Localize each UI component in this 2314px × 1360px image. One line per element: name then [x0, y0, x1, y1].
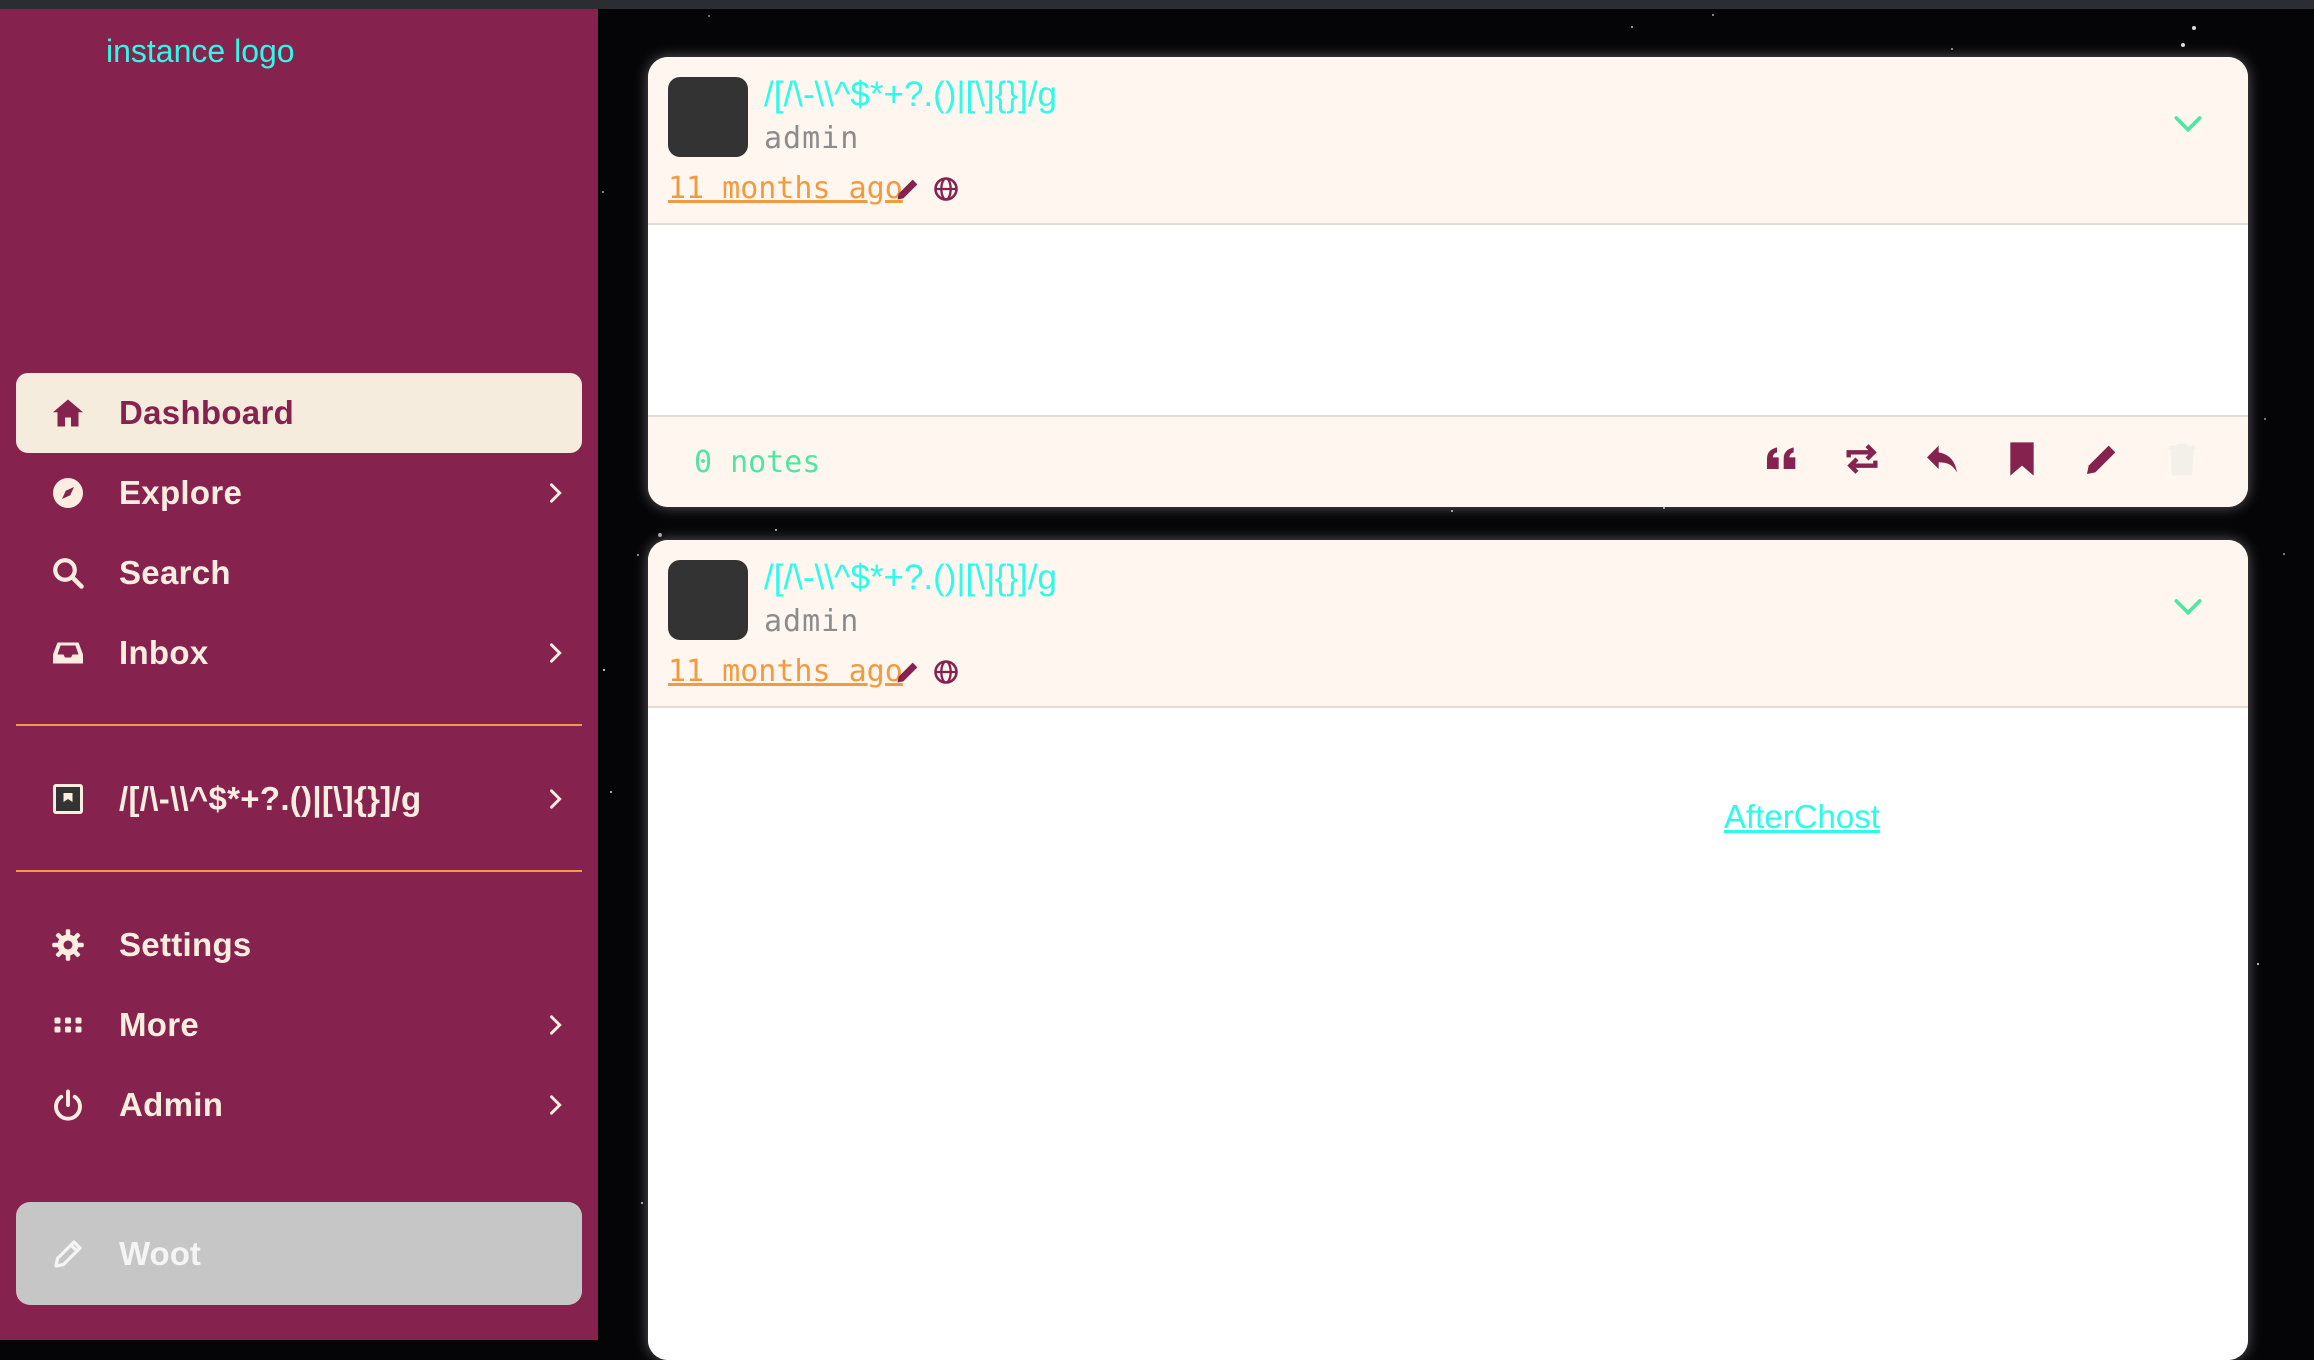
star: [2181, 43, 2185, 47]
sidebar-item-admin[interactable]: Admin: [16, 1065, 582, 1145]
avatar[interactable]: [668, 77, 748, 157]
star: [610, 791, 612, 793]
post-header: /[/\-\\^$*+?.()|[\]{}]/g admin 11 months…: [648, 57, 2248, 225]
globe-icon: [934, 660, 958, 684]
inbox-icon: [48, 633, 88, 673]
edited-pencil-icon: [897, 662, 918, 683]
reply-icon[interactable]: [1922, 439, 1962, 479]
star: [603, 669, 605, 671]
delete-icon[interactable]: [2162, 439, 2202, 479]
star: [708, 15, 710, 17]
sidebar-item-settings[interactable]: Settings: [16, 905, 582, 985]
star: [2192, 26, 2196, 30]
quote-icon[interactable]: [1762, 439, 1802, 479]
power-icon: [48, 1085, 88, 1125]
compass-icon: [48, 473, 88, 513]
sidebar-item-search[interactable]: Search: [16, 533, 582, 613]
notes-count[interactable]: 0 notes: [694, 445, 820, 480]
gear-icon: [48, 925, 88, 965]
pencil-icon: [48, 1234, 88, 1274]
star: [2283, 553, 2285, 555]
post-timestamp[interactable]: 11 months ago: [668, 654, 903, 689]
star: [1712, 14, 1714, 16]
star: [658, 533, 662, 537]
bookmark-icon[interactable]: [2002, 439, 2042, 479]
reblog-icon[interactable]: [1842, 439, 1882, 479]
star: [775, 529, 777, 531]
post-meta-icons: [894, 654, 960, 690]
chevron-right-icon: [550, 1015, 562, 1035]
post-author[interactable]: admin: [764, 121, 859, 156]
chevron-right-icon: [550, 789, 562, 809]
sidebar-item-label: /[/\-\\^$*+?.()|[\]{}]/g: [119, 780, 422, 817]
write-post-button[interactable]: Woot: [16, 1202, 582, 1305]
sidebar-divider: [16, 870, 582, 872]
star: [1451, 510, 1453, 512]
sidebar: instance logo Dashboard Explore Search I…: [0, 9, 598, 1340]
sidebar-item-label: Inbox: [119, 634, 209, 671]
chevron-down-icon[interactable]: [2168, 103, 2208, 143]
browser-top-strip: [0, 0, 2314, 9]
post-body: AfterChost: [648, 708, 2248, 1360]
blog-avatar-icon: [48, 779, 88, 819]
star: [1951, 48, 1953, 50]
post-card: /[/\-\\^$*+?.()|[\]{}]/g admin 11 months…: [648, 57, 2248, 507]
sidebar-item-more[interactable]: More: [16, 985, 582, 1065]
chevron-down-icon[interactable]: [2168, 586, 2208, 626]
edit-icon[interactable]: [2082, 439, 2122, 479]
post-timestamp[interactable]: 11 months ago: [668, 171, 903, 206]
star: [1663, 507, 1665, 509]
search-icon: [48, 553, 88, 593]
post-header: /[/\-\\^$*+?.()|[\]{}]/g admin 11 months…: [648, 540, 2248, 708]
post-meta-icons: [894, 171, 960, 207]
star: [2264, 418, 2266, 420]
chevron-right-icon: [550, 1095, 562, 1115]
blog-name-link[interactable]: /[/\-\\^$*+?.()|[\]{}]/g: [764, 75, 1057, 115]
sidebar-item-label: Search: [119, 554, 231, 591]
post-body: [648, 225, 2248, 415]
sidebar-item-label: Dashboard: [119, 394, 295, 431]
post-footer: 0 notes: [648, 415, 2248, 507]
grid-icon: [48, 1005, 88, 1045]
post-card: /[/\-\\^$*+?.()|[\]{}]/g admin 11 months…: [648, 540, 2248, 1360]
sidebar-item-explore[interactable]: Explore: [16, 453, 582, 533]
star: [2257, 963, 2259, 965]
write-post-label: Woot: [119, 1234, 201, 1272]
post-actions: [1762, 439, 2202, 479]
chevron-right-icon: [550, 643, 562, 663]
instance-logo[interactable]: instance logo: [106, 33, 295, 70]
star: [602, 191, 604, 193]
post-content-link[interactable]: AfterChost: [1724, 798, 1880, 836]
sidebar-divider: [16, 724, 582, 726]
sidebar-item-label: Settings: [119, 926, 252, 963]
sidebar-item-label: Admin: [119, 1086, 224, 1123]
star: [1631, 26, 1633, 28]
star: [641, 1202, 643, 1204]
avatar[interactable]: [668, 560, 748, 640]
chevron-right-icon: [550, 483, 562, 503]
post-author[interactable]: admin: [764, 604, 859, 639]
sidebar-item-label: Explore: [119, 474, 243, 511]
house-icon: [48, 393, 88, 433]
sidebar-item-label: More: [119, 1006, 200, 1043]
blog-name-link[interactable]: /[/\-\\^$*+?.()|[\]{}]/g: [764, 558, 1057, 598]
star: [637, 554, 639, 556]
sidebar-item-dashboard[interactable]: Dashboard: [16, 373, 582, 453]
globe-icon: [934, 177, 958, 201]
edited-pencil-icon: [897, 179, 918, 200]
sidebar-item-blog[interactable]: /[/\-\\^$*+?.()|[\]{}]/g: [16, 759, 582, 839]
sidebar-item-inbox[interactable]: Inbox: [16, 613, 582, 693]
